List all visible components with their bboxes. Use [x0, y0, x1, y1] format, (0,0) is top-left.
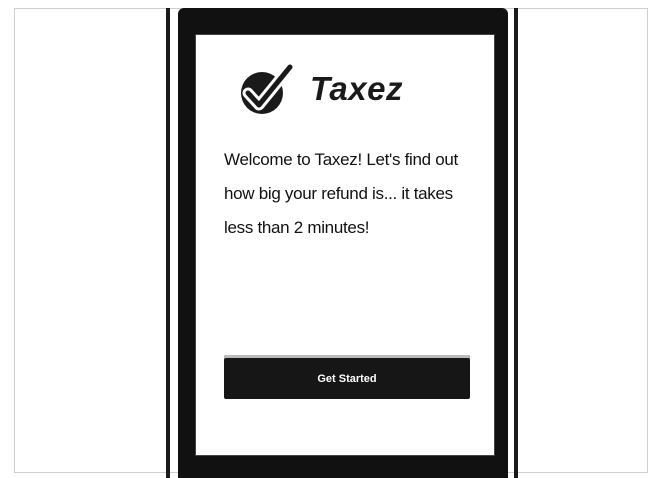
app-logo: Taxez [236, 61, 403, 117]
checkmark-icon [241, 61, 296, 114]
app-name: Taxez [310, 70, 403, 107]
welcome-message: Welcome to Taxez! Let's find out how big… [224, 150, 458, 237]
right-divider [514, 8, 518, 478]
get-started-button[interactable]: Get Started [224, 355, 470, 399]
phone-bottom-bezel [178, 456, 508, 478]
phone-screen: Taxez Welcome to Taxez! Let's find out h… [195, 34, 495, 456]
left-divider [166, 8, 170, 478]
